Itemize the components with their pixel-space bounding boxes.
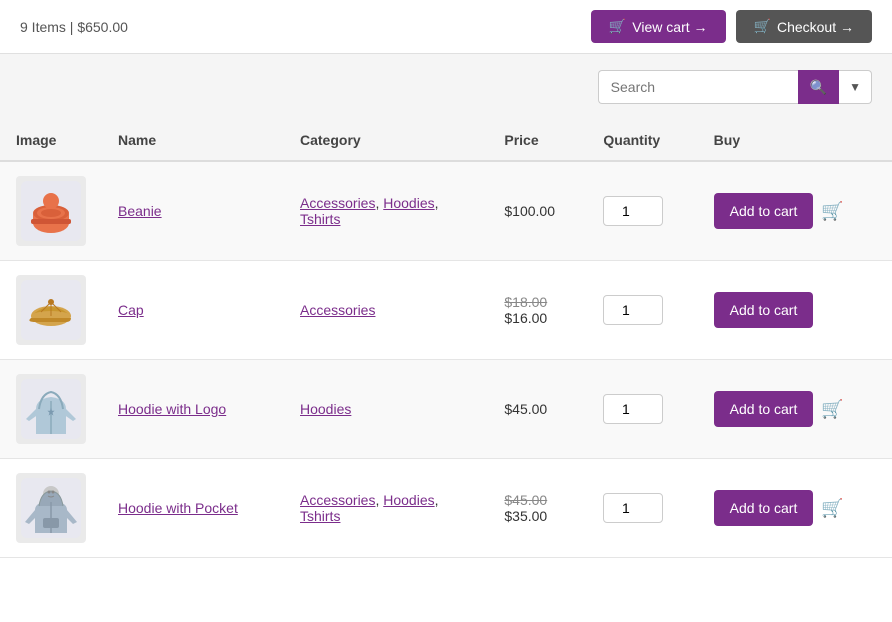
product-price-cell-beanie: $100.00 bbox=[488, 161, 587, 261]
buy-cell-beanie: Add to cart 🛒 bbox=[714, 193, 876, 229]
col-name: Name bbox=[102, 120, 284, 161]
product-name-cell-beanie: Beanie bbox=[102, 161, 284, 261]
cart-icon-beanie: 🛒 bbox=[821, 201, 843, 222]
product-buy-cell-hoodie-pocket: Add to cart 🛒 bbox=[698, 459, 892, 558]
search-dropdown-button[interactable]: ▼ bbox=[839, 70, 872, 104]
view-cart-button[interactable]: 🛒 View cart → bbox=[591, 10, 726, 43]
item-count: 9 Items | $650.00 bbox=[20, 19, 128, 35]
table-row: Cap Accessories $18.00$16.00 Add to cart bbox=[0, 261, 892, 360]
quantity-input-cap[interactable] bbox=[603, 295, 663, 325]
price-single-hoodie-logo: $45.00 bbox=[504, 401, 547, 417]
add-to-cart-button-beanie[interactable]: Add to cart bbox=[714, 193, 814, 229]
col-image: Image bbox=[0, 120, 102, 161]
product-name-link-hoodie-logo[interactable]: Hoodie with Logo bbox=[118, 401, 226, 417]
category-link-beanie-2[interactable]: Tshirts bbox=[300, 211, 340, 227]
category-link-beanie-0[interactable]: Accessories bbox=[300, 195, 375, 211]
top-bar: 9 Items | $650.00 🛒 View cart → 🛒 Checko… bbox=[0, 0, 892, 54]
product-image-cell-beanie bbox=[0, 161, 102, 261]
product-image-cap bbox=[16, 275, 86, 345]
category-link-cap-0[interactable]: Accessories bbox=[300, 302, 375, 318]
search-button[interactable]: 🔍 bbox=[798, 70, 839, 104]
price-original-hoodie-pocket: $45.00 bbox=[504, 492, 571, 508]
category-link-hoodie-pocket-0[interactable]: Accessories bbox=[300, 492, 375, 508]
product-quantity-cell-cap bbox=[587, 261, 697, 360]
cart-icon-hoodie-pocket: 🛒 bbox=[821, 498, 843, 519]
product-name-link-hoodie-pocket[interactable]: Hoodie with Pocket bbox=[118, 500, 238, 516]
search-bar: 🔍 ▼ bbox=[0, 54, 892, 120]
product-image-cell-cap bbox=[0, 261, 102, 360]
checkout-button[interactable]: 🛒 Checkout → bbox=[736, 10, 872, 43]
product-image-cell-hoodie-pocket bbox=[0, 459, 102, 558]
product-price-cell-cap: $18.00$16.00 bbox=[488, 261, 587, 360]
product-quantity-cell-hoodie-logo bbox=[587, 360, 697, 459]
product-name-cell-hoodie-logo: Hoodie with Logo bbox=[102, 360, 284, 459]
table-row: Beanie Accessories, Hoodies, Tshirts $100.… bbox=[0, 161, 892, 261]
table-header: Image Name Category Price Quantity Buy bbox=[0, 120, 892, 161]
product-image-beanie bbox=[16, 176, 86, 246]
product-name-cell-hoodie-pocket: Hoodie with Pocket bbox=[102, 459, 284, 558]
col-price: Price bbox=[488, 120, 587, 161]
price-single-beanie: $100.00 bbox=[504, 203, 555, 219]
product-name-cell-cap: Cap bbox=[102, 261, 284, 360]
category-link-hoodie-pocket-2[interactable]: Tshirts bbox=[300, 508, 340, 524]
product-quantity-cell-hoodie-pocket bbox=[587, 459, 697, 558]
table-row: Hoodie with Pocket Accessories, Hoodies, … bbox=[0, 459, 892, 558]
product-image-hoodie-logo bbox=[16, 374, 86, 444]
product-price-cell-hoodie-pocket: $45.00$35.00 bbox=[488, 459, 587, 558]
quantity-input-hoodie-logo[interactable] bbox=[603, 394, 663, 424]
category-link-hoodie-logo-0[interactable]: Hoodies bbox=[300, 401, 351, 417]
price-current-hoodie-pocket: $35.00 bbox=[504, 508, 571, 524]
add-to-cart-button-hoodie-logo[interactable]: Add to cart bbox=[714, 391, 814, 427]
product-category-cell-beanie: Accessories, Hoodies, Tshirts bbox=[284, 161, 488, 261]
table-row: Hoodie with Logo Hoodies $45.00 Add to cart… bbox=[0, 360, 892, 459]
buy-cell-cap: Add to cart bbox=[714, 292, 876, 328]
quantity-input-beanie[interactable] bbox=[603, 196, 663, 226]
product-buy-cell-cap: Add to cart bbox=[698, 261, 892, 360]
product-category-cell-cap: Accessories bbox=[284, 261, 488, 360]
col-buy: Buy bbox=[698, 120, 892, 161]
cart-icon-hoodie-logo: 🛒 bbox=[821, 399, 843, 420]
product-category-cell-hoodie-pocket: Accessories, Hoodies, Tshirts bbox=[284, 459, 488, 558]
col-category: Category bbox=[284, 120, 488, 161]
product-buy-cell-hoodie-logo: Add to cart 🛒 bbox=[698, 360, 892, 459]
product-category-cell-hoodie-logo: Hoodies bbox=[284, 360, 488, 459]
product-image-cell-hoodie-logo bbox=[0, 360, 102, 459]
product-list: Beanie Accessories, Hoodies, Tshirts $100.… bbox=[0, 161, 892, 558]
category-link-hoodie-pocket-1[interactable]: Hoodies bbox=[383, 492, 434, 508]
price-current-cap: $16.00 bbox=[504, 310, 571, 326]
category-link-beanie-1[interactable]: Hoodies bbox=[383, 195, 434, 211]
product-name-link-beanie[interactable]: Beanie bbox=[118, 203, 162, 219]
col-quantity: Quantity bbox=[587, 120, 697, 161]
buy-cell-hoodie-pocket: Add to cart 🛒 bbox=[714, 490, 876, 526]
buy-cell-hoodie-logo: Add to cart 🛒 bbox=[714, 391, 876, 427]
product-quantity-cell-beanie bbox=[587, 161, 697, 261]
product-buy-cell-beanie: Add to cart 🛒 bbox=[698, 161, 892, 261]
search-input[interactable] bbox=[598, 70, 798, 104]
product-name-link-cap[interactable]: Cap bbox=[118, 302, 144, 318]
product-price-cell-hoodie-logo: $45.00 bbox=[488, 360, 587, 459]
product-image-hoodie-pocket bbox=[16, 473, 86, 543]
add-to-cart-button-hoodie-pocket[interactable]: Add to cart bbox=[714, 490, 814, 526]
product-table: Image Name Category Price Quantity Buy B… bbox=[0, 120, 892, 558]
quantity-input-hoodie-pocket[interactable] bbox=[603, 493, 663, 523]
add-to-cart-button-cap[interactable]: Add to cart bbox=[714, 292, 814, 328]
price-original-cap: $18.00 bbox=[504, 294, 571, 310]
